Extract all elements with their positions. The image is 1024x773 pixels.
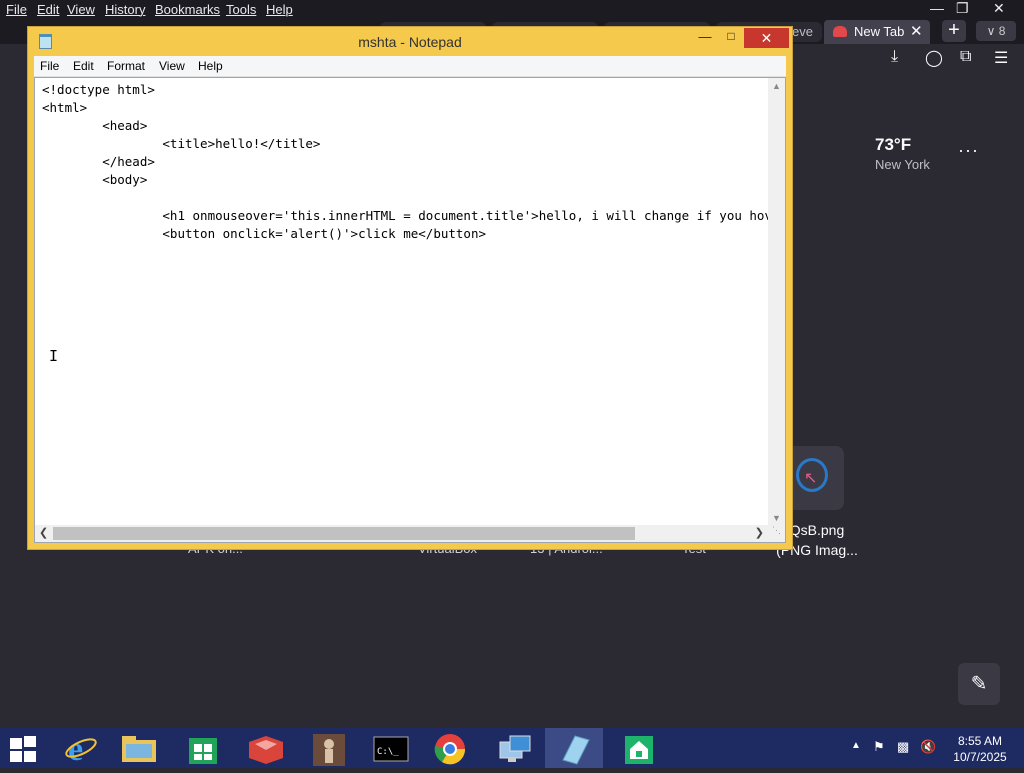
scroll-right-icon[interactable]: ❯	[755, 526, 764, 539]
browser-close-button[interactable]: ✕	[993, 0, 1005, 17]
editor-text[interactable]: <!doctype html> <html> <head> <title>hell…	[42, 81, 768, 521]
tray-overflow-icon[interactable]: ▲	[851, 740, 861, 751]
remote-desktop-icon[interactable]	[486, 728, 544, 768]
browser-menu-tools[interactable]: Tools	[226, 2, 256, 17]
volume-muted-icon[interactable]: 🔇	[920, 739, 936, 755]
notepad-titlebar[interactable]: mshta - Notepad — □ ✕	[28, 27, 792, 57]
text-line: <head>	[42, 118, 148, 133]
chrome-like-icon[interactable]	[421, 728, 479, 768]
tab-new-tab[interactable]: New Tab ✕	[824, 20, 930, 44]
media-app-icon[interactable]	[300, 728, 358, 768]
file-explorer-icon[interactable]	[110, 728, 168, 768]
browser-menu-file[interactable]: File	[6, 2, 27, 17]
menu-file[interactable]: File	[40, 59, 59, 73]
weather-more-button[interactable]: ···	[958, 140, 979, 161]
browser-menu-history[interactable]: History	[105, 2, 145, 17]
browser-restore-button[interactable]: ❐	[956, 0, 969, 17]
network-icon[interactable]: ▩	[897, 739, 909, 755]
tab-label: New Tab	[854, 24, 905, 39]
partial-tab-label[interactable]: eve	[792, 24, 813, 39]
horizontal-scrollbar[interactable]: ❮ ❯	[35, 525, 768, 542]
ibeam-cursor-icon: I	[49, 347, 59, 365]
svg-text:C:\_: C:\_	[377, 747, 399, 757]
clock-time[interactable]: 8:55 AM	[940, 734, 1020, 748]
close-tab-icon[interactable]: ✕	[910, 22, 923, 40]
shortcut-tile[interactable]: ↖	[784, 446, 844, 510]
new-tab-button[interactable]: +	[942, 20, 966, 42]
close-button[interactable]: ✕	[744, 28, 789, 48]
weather-city: New York	[875, 157, 930, 172]
scroll-up-icon[interactable]: ▲	[772, 81, 781, 91]
download-icon[interactable]: ⤓	[891, 48, 898, 66]
browser-menu-edit[interactable]: Edit	[37, 2, 59, 17]
scroll-left-icon[interactable]: ❮	[39, 526, 48, 539]
svg-text:e: e	[68, 731, 83, 768]
shortcut-arrow-icon: ↖	[804, 470, 818, 487]
text-editor[interactable]: <!doctype html> <html> <head> <title>hell…	[34, 77, 786, 543]
scrollbar-thumb[interactable]	[53, 527, 635, 540]
vertical-scrollbar[interactable]: ▲ ▼	[768, 78, 785, 526]
text-line: <html>	[42, 100, 88, 115]
browser-menu-help[interactable]: Help	[266, 2, 293, 17]
red-app-icon[interactable]	[237, 728, 295, 768]
extensions-icon[interactable]: ⧉	[960, 48, 971, 66]
menu-icon[interactable]: ☰	[994, 48, 1008, 68]
text-line: <h1 onmouseover='this.innerHTML = docume…	[42, 208, 768, 223]
flag-icon[interactable]: ⚑	[873, 739, 885, 755]
taskbar: e C:\_	[0, 728, 1024, 768]
maximize-button[interactable]: □	[718, 29, 744, 49]
text-line: ​	[42, 189, 768, 207]
green-app-icon[interactable]	[610, 728, 668, 768]
clock-date[interactable]: 10/7/2025	[940, 750, 1020, 764]
notepad-icon[interactable]	[545, 728, 603, 768]
browser-menu-bookmarks[interactable]: Bookmarks	[155, 2, 220, 17]
account-icon[interactable]: ◯	[925, 48, 943, 68]
text-line: <body>	[42, 172, 148, 187]
pencil-icon[interactable]: ✎	[958, 663, 1000, 705]
notepad-menubar: File Edit Format View Help	[34, 56, 786, 77]
menu-view[interactable]: View	[159, 59, 185, 73]
text-line: <!doctype html>	[42, 82, 155, 97]
minimize-button[interactable]: —	[692, 29, 718, 49]
resize-grip-icon[interactable]: ⋱	[768, 525, 785, 542]
menu-help[interactable]: Help	[198, 59, 223, 73]
scroll-down-icon[interactable]: ▼	[772, 513, 781, 523]
menu-format[interactable]: Format	[107, 59, 145, 73]
text-line: <button onclick='alert()'>click me</butt…	[42, 226, 487, 241]
menu-edit[interactable]: Edit	[73, 59, 94, 73]
tab-count-button[interactable]: ∨ 8	[976, 21, 1016, 41]
window-title: mshta - Notepad	[358, 34, 462, 50]
browser-menubar: File Edit View History Bookmarks Tools H…	[0, 0, 1024, 20]
tab-count: 8	[998, 24, 1006, 38]
windows-logo-icon	[10, 738, 22, 749]
browser-minimize-button[interactable]: —	[930, 0, 944, 16]
store-icon[interactable]	[174, 728, 232, 768]
browser-menu-view[interactable]: View	[67, 2, 95, 17]
notepad-window: mshta - Notepad — □ ✕ File Edit Format V…	[27, 26, 793, 550]
text-line: </head>	[42, 154, 155, 169]
newtab-logo-icon	[833, 26, 847, 37]
internet-explorer-icon[interactable]: e	[52, 728, 110, 768]
command-prompt-icon[interactable]: C:\_	[362, 728, 420, 768]
weather-temperature: 73°F	[875, 135, 912, 154]
start-button[interactable]	[10, 736, 38, 762]
text-line: <title>hello!</title>	[42, 136, 321, 151]
